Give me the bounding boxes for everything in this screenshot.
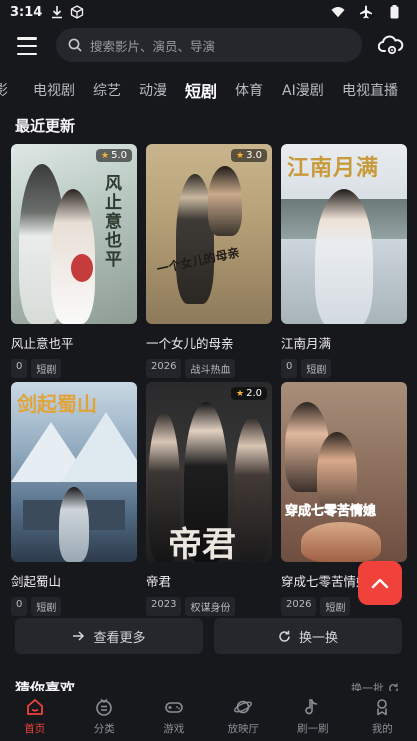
- top-header: 搜索影片、演员、导演: [0, 28, 417, 64]
- poster-title-art: 穿成七零苦情媳: [285, 504, 377, 520]
- nav-theater[interactable]: 放映厅: [209, 691, 279, 741]
- refresh-icon: [279, 630, 290, 642]
- scroll-top-button[interactable]: [358, 561, 402, 605]
- nav-profile-label: 我的: [371, 722, 393, 735]
- poster-image: 穿成七零苦情媳: [281, 382, 407, 562]
- battery-icon: [387, 5, 401, 19]
- poster-image: 江南月满: [281, 144, 407, 324]
- nav-games[interactable]: 游戏: [139, 691, 209, 741]
- tab-short-drama[interactable]: 短剧: [185, 78, 217, 102]
- nav-theater-label: 放映厅: [227, 722, 260, 735]
- drama-card[interactable]: 一个女儿的母亲 ★ 3.0 一个女儿的母亲 2026 战斗热血: [146, 144, 272, 378]
- star-icon: ★: [236, 388, 245, 399]
- nav-swipe-label: 刷一刷: [297, 722, 329, 735]
- card-title: 江南月满: [281, 336, 332, 351]
- status-bar: 3:14: [0, 0, 417, 24]
- poster-image: 风止意也平 ★ 5.0: [11, 144, 137, 324]
- tag-genre: 短剧: [320, 597, 351, 616]
- card-title: 帝君: [146, 574, 172, 589]
- tag-genre: 权谋身份: [185, 597, 236, 616]
- tag-year: 0: [11, 359, 28, 378]
- view-more-button[interactable]: 查看更多: [15, 618, 203, 654]
- poster-title-art: 剑起蜀山: [17, 392, 97, 416]
- search-bar[interactable]: 搜索影片、演员、导演: [56, 28, 362, 62]
- rating-badge: ★ 5.0: [96, 149, 132, 162]
- star-icon: ★: [236, 150, 245, 161]
- card-title: 一个女儿的母亲: [146, 336, 234, 351]
- section-title-recent: 最近更新: [15, 117, 76, 135]
- search-placeholder: 搜索影片、演员、导演: [90, 38, 216, 54]
- music-note-icon: [304, 698, 318, 714]
- card-title: 剑起蜀山: [11, 574, 62, 589]
- poster-title-art: 江南月满: [287, 155, 380, 181]
- drama-card[interactable]: 帝君 ★ 2.0 帝君 2023 权谋身份: [146, 382, 272, 616]
- tag-year: 0: [11, 597, 28, 616]
- poster-title-art: 风止意也平: [101, 174, 121, 269]
- nav-profile[interactable]: 我的: [348, 691, 417, 741]
- user-icon: [377, 698, 388, 715]
- category-tabs: 影 电视剧 综艺 动漫 短剧 体育 AI漫剧 电视直播: [0, 76, 417, 104]
- poster-title-art: 帝君: [168, 525, 236, 562]
- tab-ai-comics[interactable]: AI漫剧: [282, 80, 324, 100]
- poster-image: 一个女儿的母亲 ★ 3.0: [146, 144, 272, 324]
- tag-year: 2023: [146, 597, 182, 616]
- refresh-button[interactable]: 换一换: [214, 618, 402, 654]
- refresh-label: 换一换: [298, 630, 338, 646]
- arrow-right-icon: [73, 631, 85, 641]
- chevron-up-icon: [371, 578, 389, 589]
- nav-home[interactable]: 首页: [0, 691, 70, 741]
- menu-icon[interactable]: [17, 37, 37, 55]
- nav-home-label: 首页: [24, 722, 46, 735]
- airplane-icon: [359, 5, 373, 19]
- tag-genre: 短剧: [301, 359, 332, 378]
- download-icon: [50, 5, 64, 19]
- drama-card[interactable]: 风止意也平 ★ 5.0 风止意也平 0 短剧: [11, 144, 137, 378]
- tab-variety[interactable]: 综艺: [93, 80, 121, 100]
- poster-image: 帝君 ★ 2.0: [146, 382, 272, 562]
- drama-card[interactable]: 剑起蜀山 剑起蜀山 0 短剧: [11, 382, 137, 616]
- rating-badge: ★ 2.0: [231, 387, 267, 400]
- gamepad-icon: [164, 701, 183, 713]
- tag-year: 2026: [281, 597, 317, 616]
- tag-year: 2026: [146, 359, 182, 378]
- nav-games-label: 游戏: [163, 722, 185, 735]
- nav-category[interactable]: 分类: [70, 691, 140, 741]
- tab-sports[interactable]: 体育: [235, 80, 263, 100]
- card-title: 风止意也平: [11, 336, 74, 351]
- bottom-nav: 首页 分类 游戏 放映厅 刷一刷 我的: [0, 691, 417, 741]
- box-icon: [70, 5, 84, 19]
- wifi-icon: [331, 5, 345, 19]
- rating-badge: ★ 3.0: [231, 149, 267, 162]
- tag-genre: 战斗热血: [185, 359, 236, 378]
- tab-anime[interactable]: 动漫: [139, 80, 167, 100]
- nav-swipe[interactable]: 刷一刷: [278, 691, 348, 741]
- tag-genre: 短剧: [31, 597, 62, 616]
- status-time: 3:14: [10, 4, 43, 20]
- tab-live-tv[interactable]: 电视直播: [342, 80, 398, 100]
- drama-card[interactable]: 江南月满 江南月满 0 短剧: [281, 144, 407, 378]
- view-more-label: 查看更多: [93, 630, 146, 646]
- tab-tv-series[interactable]: 电视剧: [33, 80, 75, 100]
- search-icon: [68, 38, 82, 52]
- nav-category-label: 分类: [93, 722, 115, 735]
- tag-year: 0: [281, 359, 298, 378]
- tab-movie[interactable]: 影: [0, 80, 8, 100]
- home-icon: [26, 698, 43, 715]
- planet-icon: [234, 700, 253, 713]
- tag-genre: 短剧: [31, 359, 62, 378]
- poster-image: 剑起蜀山: [11, 382, 137, 562]
- cloud-settings-icon[interactable]: [377, 33, 404, 57]
- category-icon: [96, 698, 113, 716]
- star-icon: ★: [101, 150, 110, 161]
